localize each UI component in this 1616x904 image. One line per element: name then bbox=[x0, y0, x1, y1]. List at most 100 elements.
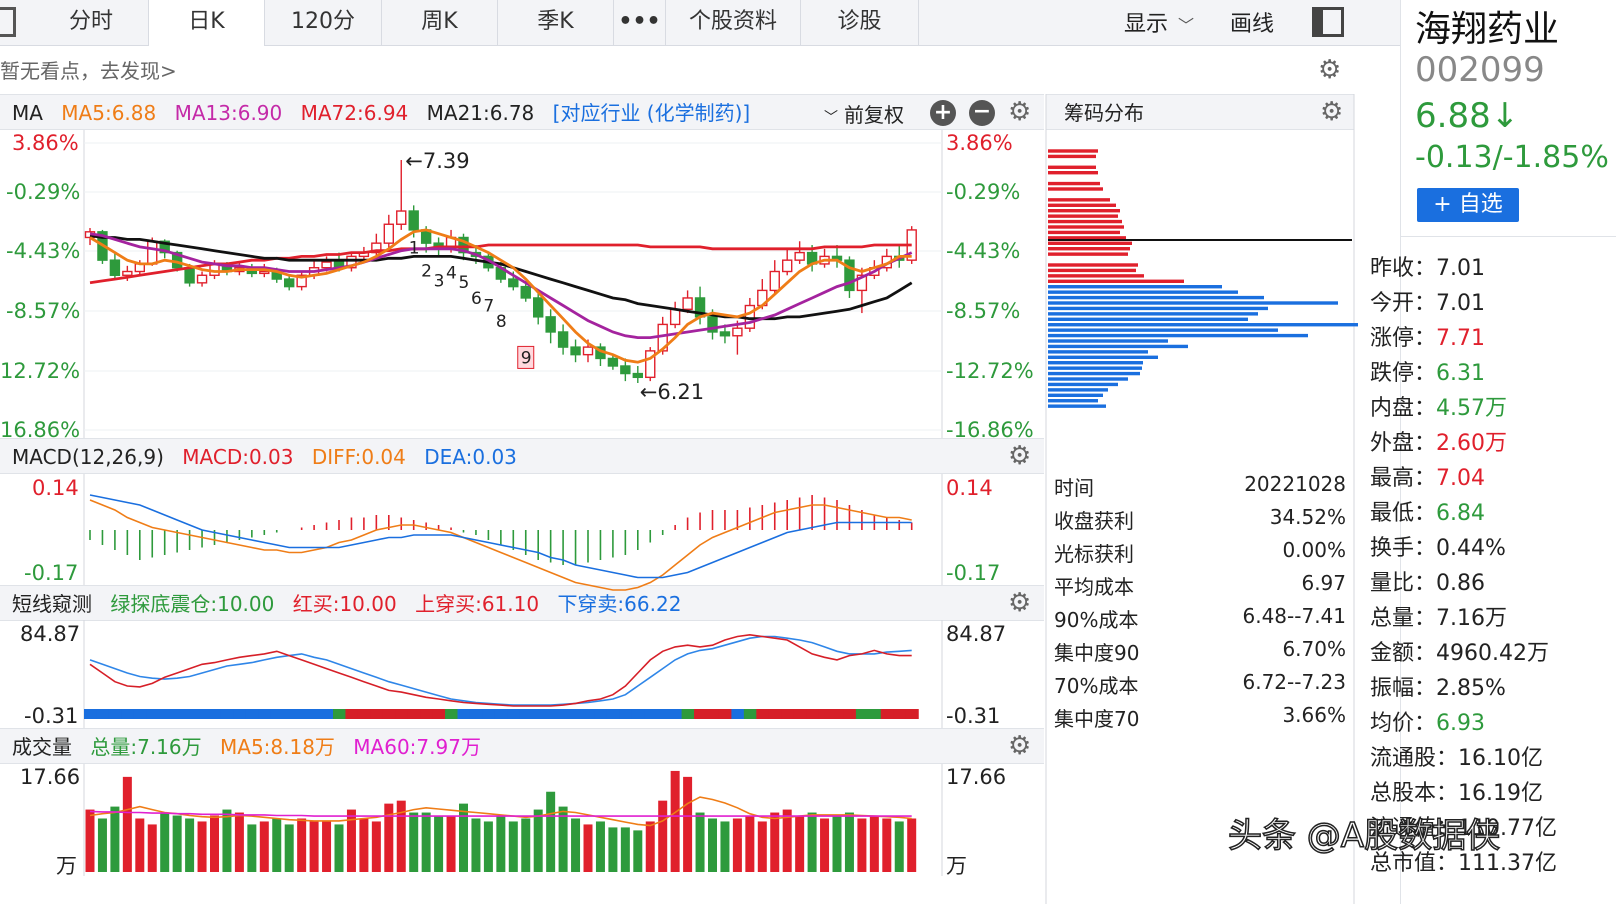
volume-bar bbox=[272, 818, 282, 872]
chip-bar bbox=[1048, 361, 1143, 365]
volume-bar bbox=[658, 800, 668, 872]
volume-bar bbox=[309, 821, 319, 872]
signal-strip-cell bbox=[519, 709, 533, 719]
volume-bar bbox=[708, 818, 717, 872]
chip-stat-value: 0.00% bbox=[1282, 538, 1346, 562]
quote-stat-value: 7.01 bbox=[1436, 256, 1485, 281]
quote-stat-label: 最低： bbox=[1370, 501, 1437, 526]
chip-bar bbox=[1048, 339, 1168, 343]
quote-stat-label: 今开： bbox=[1370, 291, 1437, 316]
quote-stat-label: 跌停： bbox=[1370, 361, 1437, 386]
volume-bar bbox=[608, 827, 618, 872]
signal-strip-cell bbox=[768, 709, 782, 719]
chip-stat-row: 平均成本 6.97 bbox=[1054, 571, 1346, 600]
chip-bar bbox=[1048, 344, 1188, 349]
candle-body bbox=[196, 274, 208, 284]
quote-stat-value: 16.19亿 bbox=[1458, 781, 1543, 806]
stock-name: 海翔药业 bbox=[1415, 9, 1560, 50]
volume-bar bbox=[907, 818, 917, 872]
chip-stat-value: 20221028 bbox=[1244, 472, 1346, 496]
quote-stat-value: 16.10亿 bbox=[1458, 746, 1543, 771]
signal-strip-cell bbox=[357, 709, 371, 719]
add-watchlist-button[interactable]: + 自选 bbox=[1417, 188, 1519, 222]
chip-bar bbox=[1048, 312, 1258, 316]
quote-stat-row: 总股本：16.19亿 bbox=[1370, 775, 1543, 807]
volume-bar bbox=[807, 812, 817, 872]
quote-stat-value: 6.93 bbox=[1436, 711, 1485, 736]
signal-strip-cell bbox=[420, 709, 434, 719]
quote-stat-row: 外盘：2.60万 bbox=[1370, 425, 1507, 457]
signal-strip-cell bbox=[781, 709, 795, 719]
volume-bar bbox=[869, 815, 879, 872]
candle-body bbox=[520, 285, 531, 299]
signal-strip-cell bbox=[494, 709, 508, 719]
signal-strip-cell bbox=[171, 709, 185, 719]
chip-stat-row: 光标获利 0.00% bbox=[1054, 538, 1346, 567]
volume-bar bbox=[210, 815, 219, 872]
chip-bar bbox=[1048, 187, 1103, 191]
candle-body bbox=[607, 357, 619, 367]
candle-body bbox=[632, 372, 643, 379]
volume-bar bbox=[459, 803, 468, 872]
quote-stat-value: 2.85% bbox=[1436, 676, 1506, 701]
signal-strip-cell bbox=[606, 709, 620, 719]
volume-bar bbox=[284, 824, 294, 872]
kline-chart-canvas[interactable]: ←7.39 ←6.21 12 3 4 56 789 bbox=[0, 0, 1400, 904]
volume-bar bbox=[434, 815, 444, 872]
chip-bar bbox=[1048, 377, 1128, 381]
signal-strip-cell bbox=[669, 709, 683, 719]
candle-body bbox=[284, 278, 295, 288]
quote-stat-row: 最高：7.04 bbox=[1370, 460, 1485, 492]
stock-price: 6.88↓ bbox=[1415, 96, 1520, 136]
candle-body bbox=[383, 223, 394, 244]
chip-stat-value: 6.97 bbox=[1301, 571, 1346, 595]
signal-strip-cell bbox=[308, 709, 322, 719]
quote-stat-value: 7.16万 bbox=[1436, 606, 1508, 631]
signal-strip-cell bbox=[445, 709, 459, 719]
chip-bar bbox=[1048, 154, 1096, 159]
signal-strip-cell bbox=[731, 709, 745, 719]
signal-strip-cell bbox=[806, 709, 820, 719]
signal-strip-cell bbox=[631, 709, 645, 719]
signal-strip-cell bbox=[469, 709, 483, 719]
volume-bar bbox=[135, 818, 145, 872]
signal-strip-cell bbox=[233, 709, 247, 719]
signal-strip-cell bbox=[370, 709, 384, 719]
signal-strip-cell bbox=[818, 709, 832, 719]
signal-strip-cell bbox=[84, 709, 98, 719]
signal-strip-cell bbox=[793, 709, 807, 719]
chip-bar bbox=[1048, 285, 1222, 289]
chip-bar bbox=[1048, 328, 1278, 332]
quote-stat-label: 最高： bbox=[1370, 466, 1437, 491]
chip-bar bbox=[1048, 171, 1098, 175]
volume-bar bbox=[695, 812, 705, 872]
chip-bar bbox=[1048, 268, 1136, 273]
sequence-count-3: 3 bbox=[434, 271, 445, 291]
candle-body bbox=[582, 346, 594, 356]
chip-bar bbox=[1048, 323, 1358, 327]
quote-stat-row: 昨收：7.01 bbox=[1370, 250, 1485, 282]
quote-stat-label: 均价： bbox=[1370, 711, 1437, 736]
chip-stat-row: 时间 20221028 bbox=[1054, 472, 1346, 501]
quote-stat-row: 振幅：2.85% bbox=[1370, 670, 1506, 702]
chip-bar bbox=[1048, 306, 1268, 311]
signal-strip-cell bbox=[432, 709, 446, 719]
chip-bar bbox=[1048, 295, 1264, 300]
volume-bar bbox=[571, 818, 581, 872]
volume-bar bbox=[85, 809, 95, 872]
volume-bar bbox=[795, 815, 805, 872]
quote-stat-label: 换手： bbox=[1370, 536, 1437, 561]
chip-bar bbox=[1048, 333, 1308, 338]
chip-stat-label: 光标获利 bbox=[1054, 542, 1134, 566]
quote-stat-row: 内盘：4.57万 bbox=[1370, 390, 1507, 422]
chip-bar bbox=[1048, 393, 1103, 398]
signal-strip-cell bbox=[333, 709, 347, 719]
quote-stat-row: 最低：6.84 bbox=[1370, 495, 1485, 527]
chip-stat-label: 90%成本 bbox=[1054, 608, 1139, 632]
chip-bar bbox=[1048, 198, 1110, 202]
chip-bar bbox=[1048, 165, 1096, 169]
volume-bar bbox=[172, 815, 182, 872]
volume-bar bbox=[110, 806, 120, 872]
volume-bar bbox=[521, 818, 531, 872]
chip-stat-value: 6.70% bbox=[1282, 637, 1346, 661]
